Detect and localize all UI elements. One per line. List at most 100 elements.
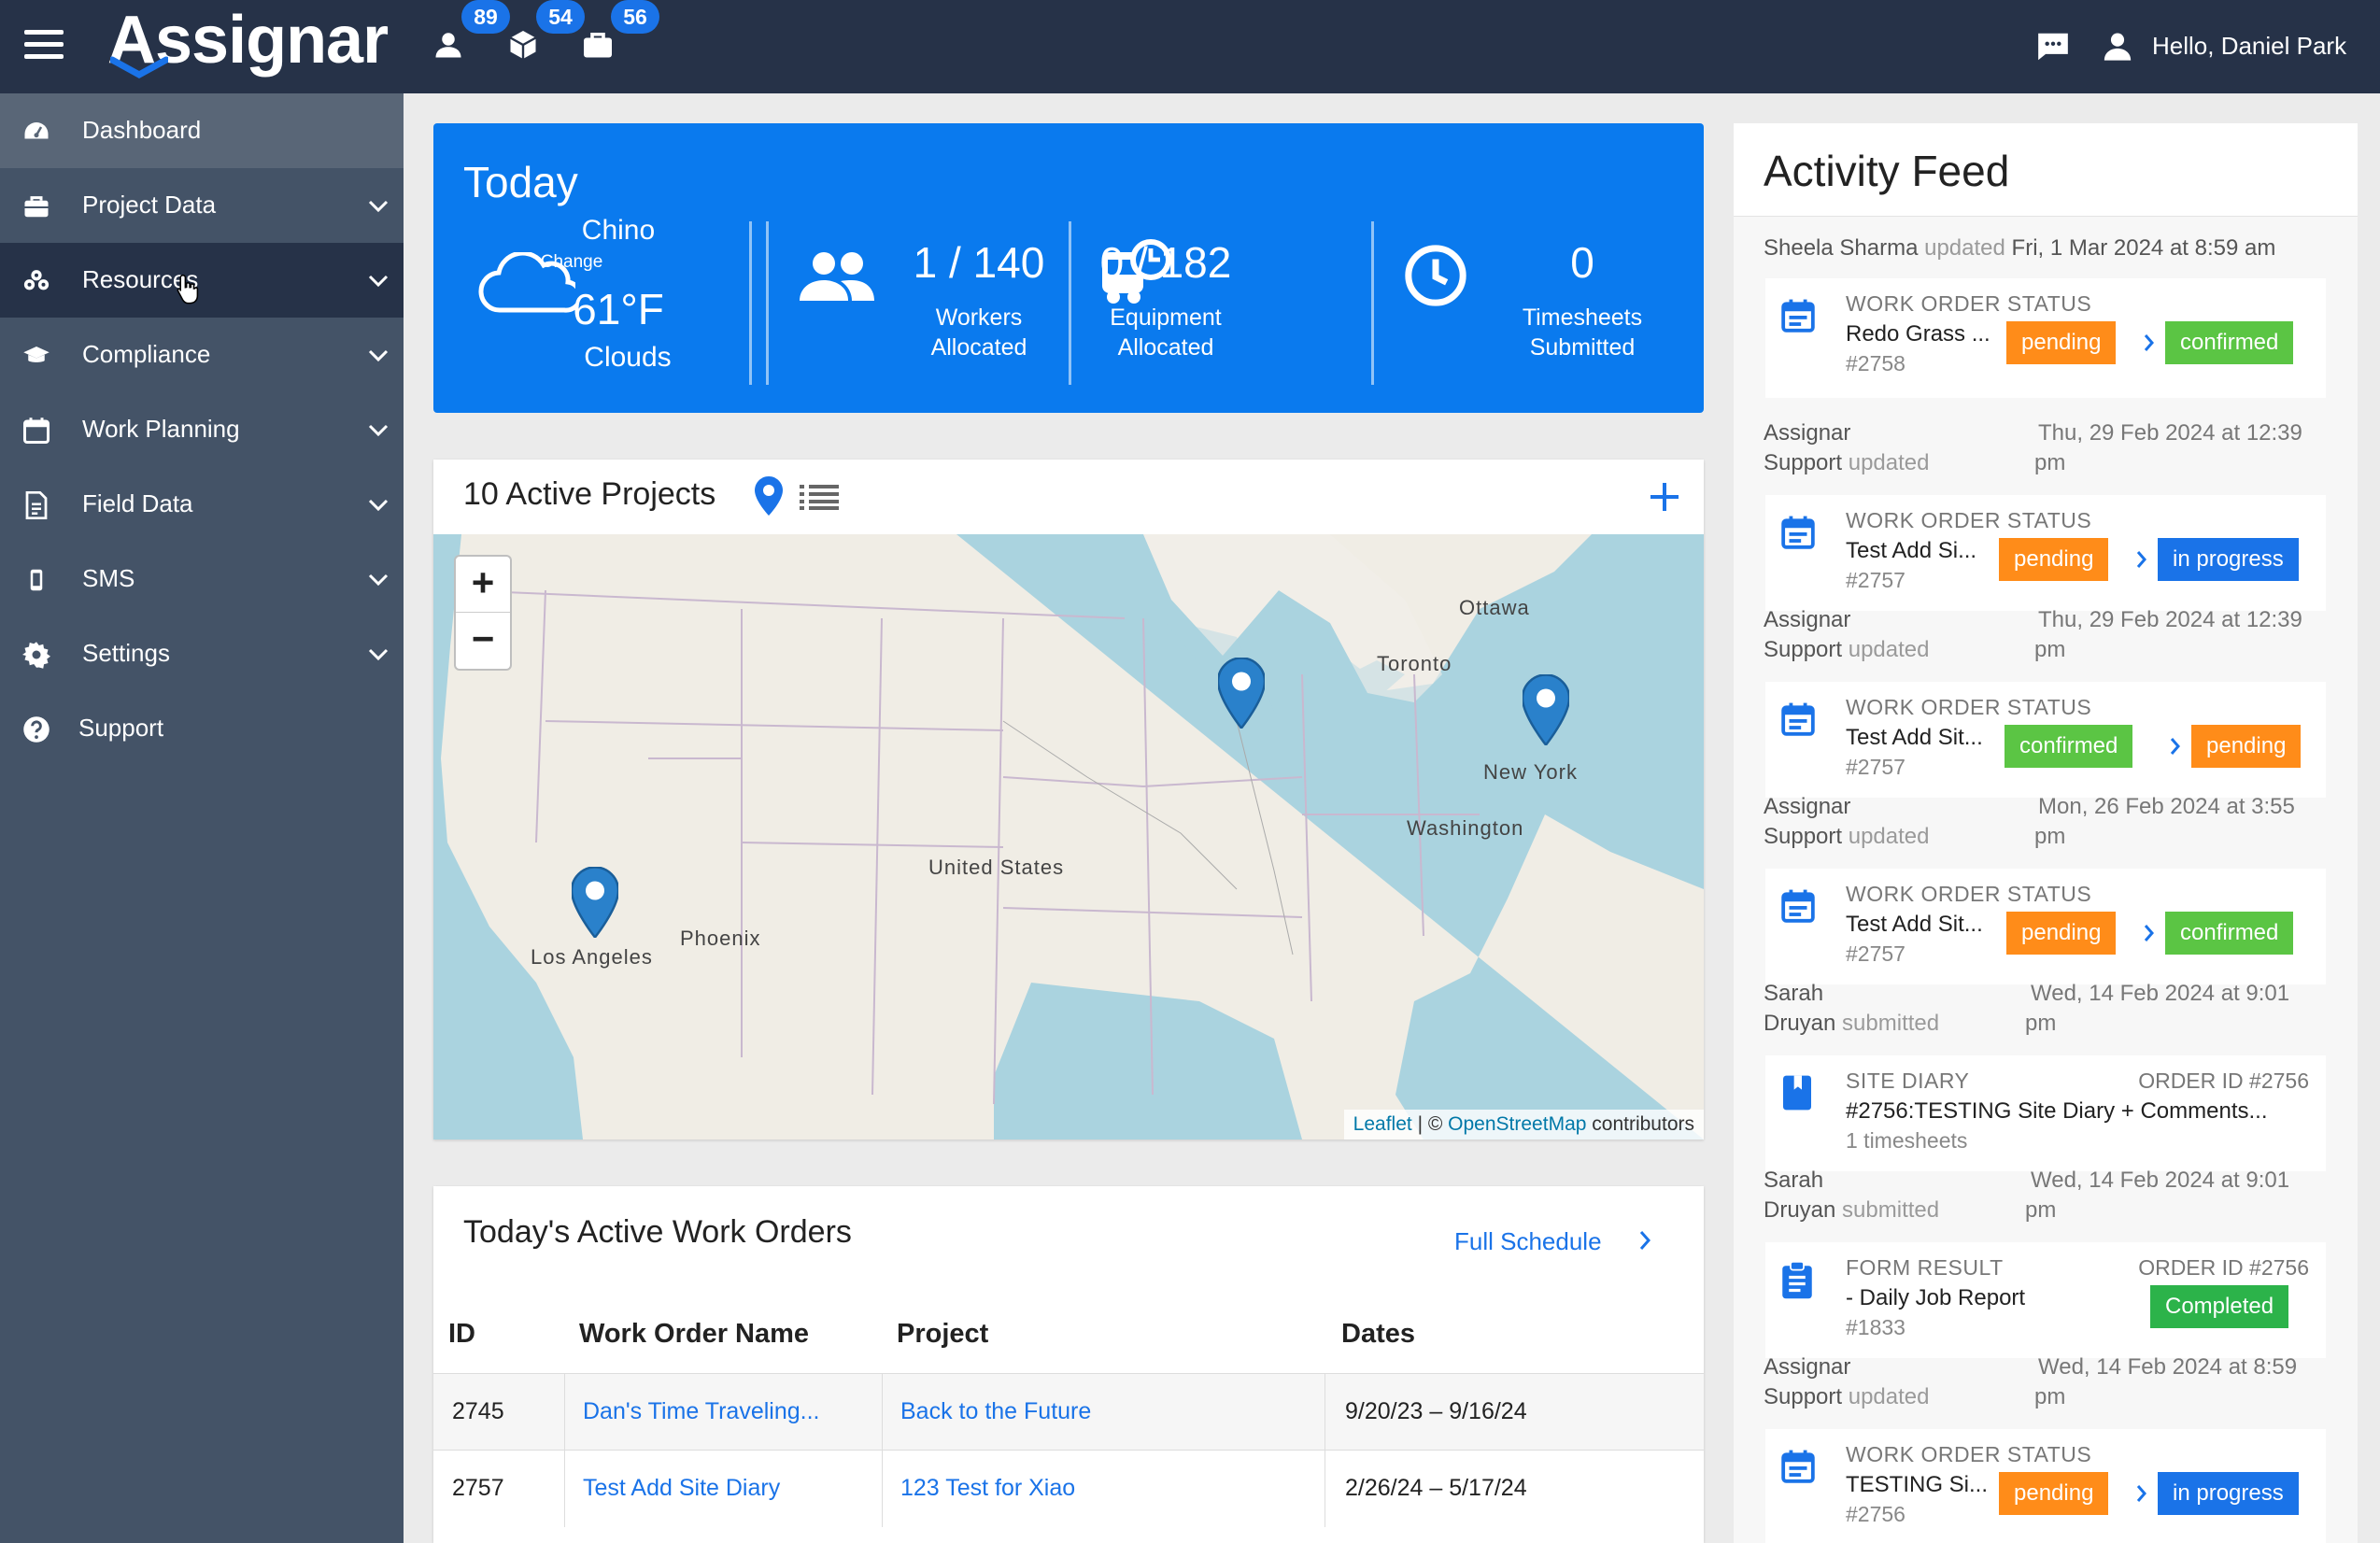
box-icon[interactable] <box>506 28 540 62</box>
feed-author[interactable]: Druyan <box>1764 1197 1835 1223</box>
cell-id: 2745 <box>452 1398 504 1424</box>
feed-item[interactable]: WORK ORDER STATUS Test Add Sit... #2757 … <box>1765 682 2326 798</box>
status-badge: Completed <box>2150 1285 2289 1328</box>
sidebar-item-support[interactable]: Support <box>0 691 404 766</box>
sidebar-item-field-data[interactable]: Field Data <box>0 467 404 542</box>
feed-name[interactable]: Test Add Sit... <box>1846 912 1983 938</box>
today-title: Today <box>463 158 578 206</box>
divider <box>766 221 769 385</box>
add-project-icon[interactable] <box>1648 480 1681 514</box>
chevron-right-icon[interactable] <box>1638 1230 1651 1251</box>
feed-author[interactable]: Support <box>1764 824 1842 849</box>
sidebar-label: Work Planning <box>82 415 240 443</box>
user-greeting[interactable]: Hello, Daniel Park <box>2152 32 2346 61</box>
sidebar-item-project-data[interactable]: Project Data <box>0 168 404 243</box>
feed-meta: Assignar <box>1764 792 1850 822</box>
feed-author[interactable]: Assignar <box>1764 1354 1850 1380</box>
table-row[interactable]: 2757 Test Add Site Diary 123 Test for Xi… <box>433 1450 1704 1527</box>
feed-verb: updated <box>1924 235 2005 261</box>
sidebar-item-settings[interactable]: Settings <box>0 616 404 691</box>
projects-badge[interactable]: 56 <box>611 0 659 34</box>
chevron-down-icon <box>368 275 389 288</box>
feed-date: Wed, 14 Feb 2024 at 8:59 <box>2038 1354 2298 1380</box>
cell-divider <box>882 1374 883 1451</box>
users-badge[interactable]: 89 <box>461 0 510 34</box>
feed-name[interactable]: #2756:TESTING Site Diary + Comments... <box>1846 1098 2268 1125</box>
calendar-icon <box>1781 889 1815 923</box>
project-link[interactable]: Back to the Future <box>900 1398 1091 1425</box>
feed-author[interactable]: Assignar <box>1764 794 1850 819</box>
briefcase-icon[interactable] <box>581 28 615 62</box>
feed-name[interactable]: TESTING Si... <box>1846 1472 1988 1498</box>
project-marker-icon[interactable] <box>1218 658 1265 729</box>
feed-order-id: ORDER ID #2756 <box>2138 1069 2309 1093</box>
feed-name[interactable]: - Daily Job Report <box>1846 1285 2025 1311</box>
sidebar-item-resources[interactable]: Resources <box>0 243 404 318</box>
resources-icon <box>23 270 50 290</box>
column-header-name[interactable]: Work Order Name <box>579 1319 809 1350</box>
work-order-link[interactable]: Dan's Time Traveling... <box>583 1398 819 1425</box>
full-schedule-link[interactable]: Full Schedule <box>1454 1227 1602 1256</box>
weather-condition: Clouds <box>584 342 672 373</box>
table-row[interactable]: 2745 Dan's Time Traveling... Back to the… <box>433 1373 1704 1451</box>
chevron-down-icon <box>368 573 389 587</box>
chevron-down-icon <box>368 648 389 661</box>
user-avatar-icon[interactable] <box>2102 30 2133 62</box>
project-marker-icon[interactable] <box>572 867 618 938</box>
feed-item[interactable]: SITE DIARY ORDER ID #2756 #2756:TESTING … <box>1765 1055 2326 1171</box>
feed-author[interactable]: Support <box>1764 450 1842 475</box>
map-view-icon[interactable] <box>755 476 783 516</box>
feed-author[interactable]: Sarah <box>1764 981 1823 1006</box>
feed-author[interactable]: Assignar <box>1764 420 1850 446</box>
equipment-badge[interactable]: 54 <box>536 0 585 34</box>
sidebar-item-sms[interactable]: SMS <box>0 542 404 616</box>
feed-name[interactable]: Test Add Si... <box>1846 538 1976 564</box>
osm-link[interactable]: OpenStreetMap <box>1448 1113 1586 1135</box>
column-header-id[interactable]: ID <box>448 1319 475 1350</box>
projects-map[interactable]: + − Ottawa Toronto New York Washington U… <box>433 534 1704 1140</box>
help-icon <box>23 716 50 743</box>
feed-item[interactable]: WORK ORDER STATUS Test Add Si... #2757 p… <box>1765 495 2326 611</box>
today-card: Today Chino Change 61°F Clouds 1 / 140 W… <box>433 123 1704 413</box>
sidebar: Dashboard Project Data Resources Complia… <box>0 93 404 1543</box>
sidebar-item-dashboard[interactable]: Dashboard <box>0 93 404 168</box>
person-icon[interactable] <box>432 28 465 62</box>
feed-item[interactable]: FORM RESULT ORDER ID #2756 - Daily Job R… <box>1765 1242 2326 1358</box>
feed-author[interactable]: Sheela Sharma <box>1764 235 1918 261</box>
feed-meta: Sarah <box>1764 979 1823 1009</box>
chevron-right-icon <box>2136 1485 2146 1502</box>
feed-author[interactable]: Sarah <box>1764 1168 1823 1193</box>
weather-change-link[interactable]: Change <box>534 252 609 273</box>
project-marker-icon[interactable] <box>1523 674 1569 745</box>
project-link[interactable]: 123 Test for Xiao <box>900 1475 1075 1502</box>
feed-item[interactable]: WORK ORDER STATUS Redo Grass ... #2758 p… <box>1765 278 2326 398</box>
cell-divider <box>564 1374 565 1451</box>
feed-name[interactable]: Redo Grass ... <box>1846 321 1990 347</box>
list-view-icon[interactable] <box>800 484 839 510</box>
briefcase-icon <box>24 196 49 218</box>
feed-author[interactable]: Support <box>1764 1384 1842 1409</box>
feed-author[interactable]: Assignar <box>1764 607 1850 632</box>
people-icon <box>800 252 874 301</box>
feed-item[interactable]: WORK ORDER STATUS Test Add Sit... #2757 … <box>1765 869 2326 984</box>
feed-author[interactable]: Druyan <box>1764 1011 1835 1036</box>
weather-city[interactable]: Chino <box>534 215 702 247</box>
column-header-project[interactable]: Project <box>897 1319 988 1350</box>
leaflet-link[interactable]: Leaflet <box>1353 1113 1412 1135</box>
feed-meta: Druyan submitted <box>1764 1009 1939 1039</box>
feed-verb: submitted <box>1842 1011 1940 1036</box>
chat-icon[interactable] <box>2034 29 2072 64</box>
zoom-in-button[interactable]: + <box>456 557 510 613</box>
sidebar-item-work-planning[interactable]: Work Planning <box>0 392 404 467</box>
status-badge: pending <box>1999 538 2109 581</box>
work-order-link[interactable]: Test Add Site Diary <box>583 1475 780 1502</box>
feed-item[interactable]: WORK ORDER STATUS TESTING Si... #2756 pe… <box>1765 1429 2326 1543</box>
sidebar-item-compliance[interactable]: Compliance <box>0 318 404 392</box>
attribution-separator: | © <box>1411 1113 1449 1135</box>
feed-name[interactable]: Test Add Sit... <box>1846 725 1983 751</box>
column-header-dates[interactable]: Dates <box>1341 1319 1415 1350</box>
zoom-out-button[interactable]: − <box>456 613 510 669</box>
feed-author[interactable]: Support <box>1764 637 1842 662</box>
menu-icon[interactable] <box>24 30 64 60</box>
calendar-icon <box>1781 299 1815 333</box>
